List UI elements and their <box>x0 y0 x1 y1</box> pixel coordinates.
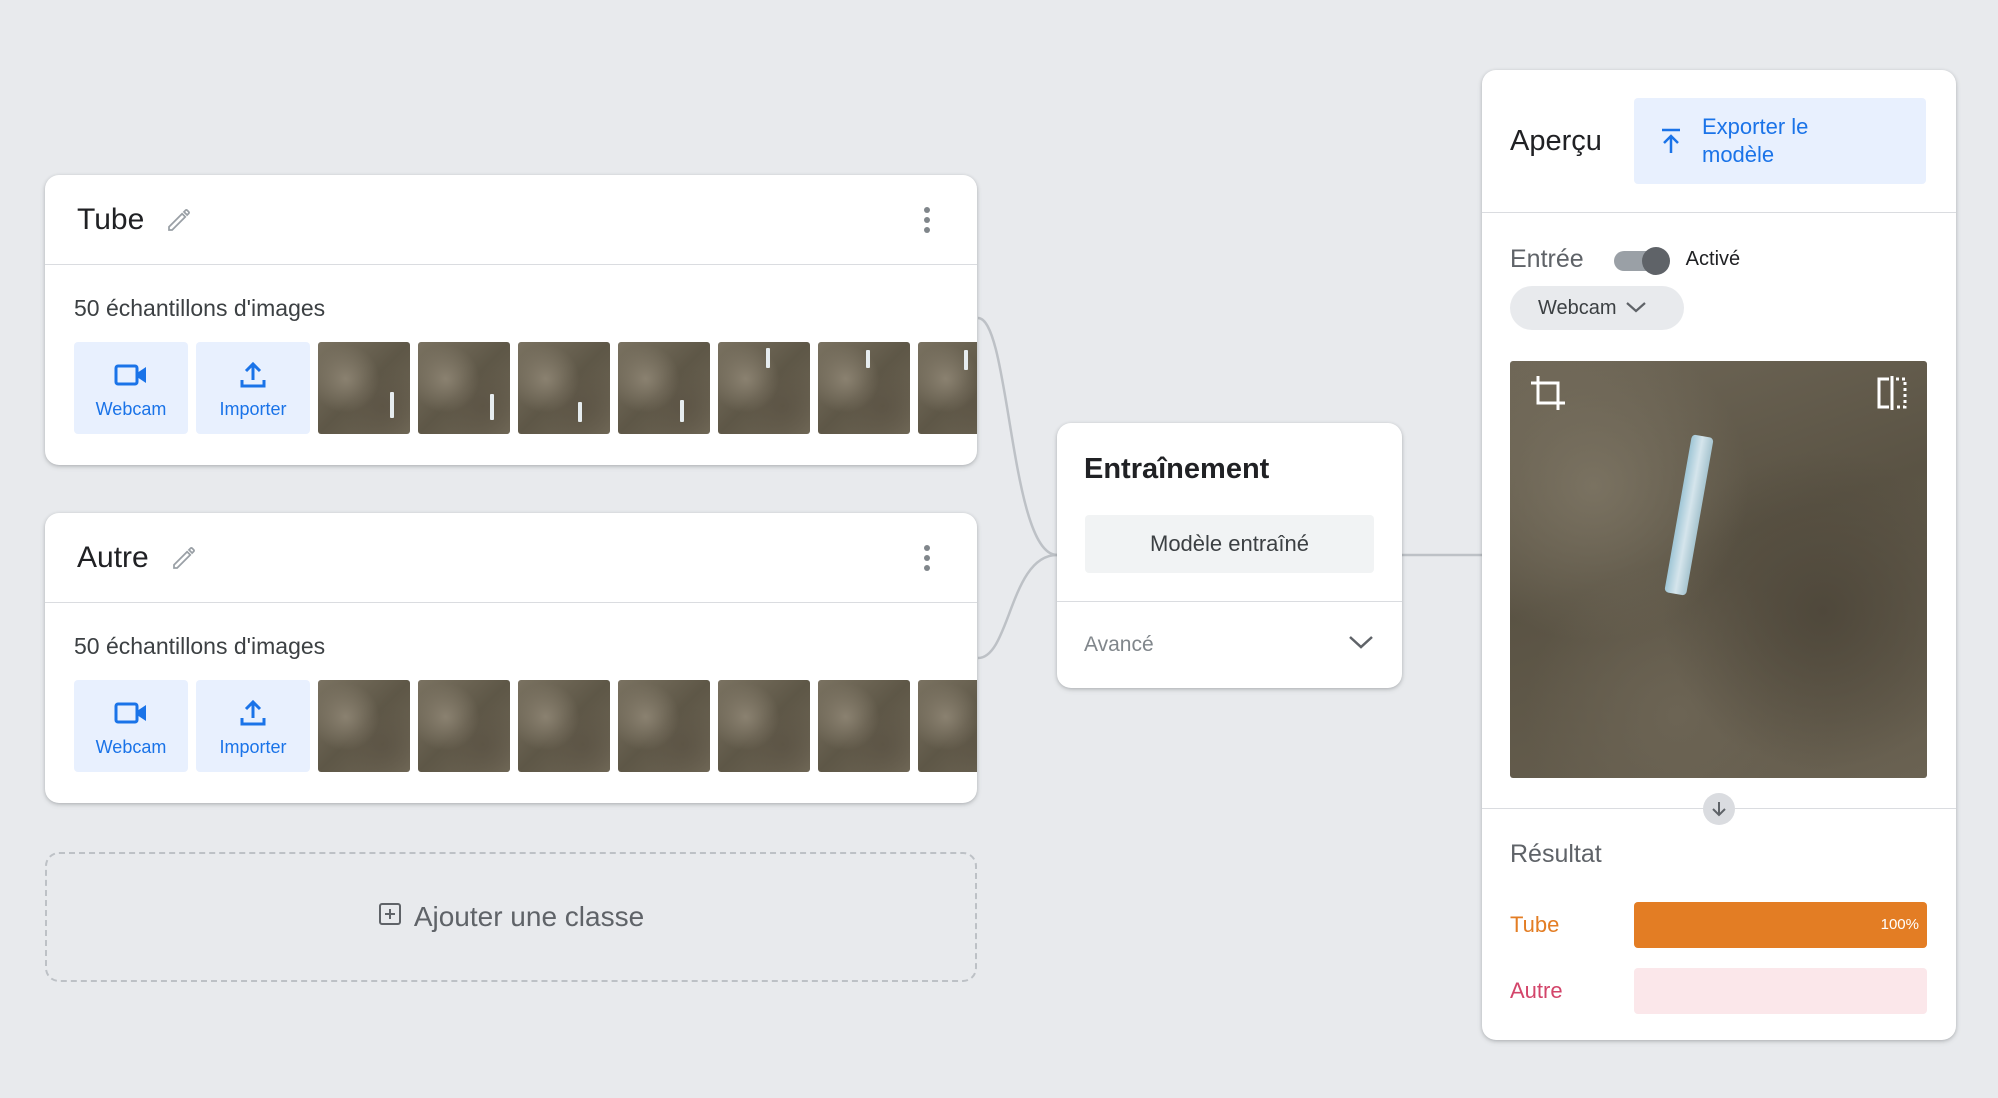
sample-thumbnail[interactable] <box>618 680 710 772</box>
class-header: Tube <box>45 175 977 265</box>
sample-count: 50 échantillons d'images <box>74 295 326 321</box>
advanced-label: Avancé <box>1084 633 1154 656</box>
input-row: Entrée Activé <box>1510 245 1741 275</box>
sample-thumbnail[interactable] <box>618 342 710 434</box>
training-title: Entraînement <box>1084 453 1270 485</box>
chevron-down-icon <box>1625 297 1647 320</box>
class-body: 50 échantillons d'images Webcam Importer <box>45 603 977 772</box>
samples-row: Webcam Importer <box>74 342 977 434</box>
arrow-down-icon <box>1703 793 1735 825</box>
webcam-label: Webcam <box>95 736 167 757</box>
export-label: Exporter le modèle <box>1702 113 1808 169</box>
connector-autre-to-training <box>977 553 1058 660</box>
more-options-icon[interactable] <box>915 543 939 573</box>
upload-icon <box>238 357 268 393</box>
result-percent: 100% <box>1880 916 1919 933</box>
train-model-button[interactable]: Modèle entraîné <box>1085 515 1374 573</box>
result-bar: 100% <box>1634 902 1927 948</box>
class-card-tube: Tube 50 échantillons d'images Webcam Imp… <box>45 175 977 465</box>
sample-thumbnail[interactable] <box>818 342 910 434</box>
sample-thumbnail[interactable] <box>718 342 810 434</box>
advanced-toggle[interactable]: Avancé <box>1057 601 1402 688</box>
sample-thumbnail[interactable] <box>718 680 810 772</box>
more-options-icon[interactable] <box>915 205 939 235</box>
class-card-autre: Autre 50 échantillons d'images Webcam Im… <box>45 513 977 803</box>
import-button[interactable]: Importer <box>196 342 310 434</box>
chevron-down-icon <box>1347 633 1375 657</box>
class-name[interactable]: Tube <box>77 203 144 237</box>
video-camera-icon <box>114 357 148 393</box>
export-label-line1: Exporter le <box>1702 114 1809 139</box>
sample-thumbnail[interactable] <box>418 680 510 772</box>
sample-thumbnail[interactable] <box>318 680 410 772</box>
export-label-line2: modèle <box>1702 142 1775 167</box>
preview-title: Aperçu <box>1510 124 1602 157</box>
video-camera-icon <box>114 695 148 731</box>
class-header: Autre <box>45 513 977 603</box>
export-model-button[interactable]: Exporter le modèle <box>1634 98 1926 184</box>
source-value: Webcam <box>1538 296 1617 319</box>
connector-tube-to-training <box>977 316 1058 557</box>
source-dropdown[interactable]: Webcam <box>1510 286 1684 330</box>
result-bar <box>1634 968 1927 1014</box>
samples-row: Webcam Importer <box>74 680 977 772</box>
result-row-tube: Tube 100% <box>1510 902 1927 948</box>
result-label: Autre <box>1510 978 1563 1003</box>
edit-pencil-icon[interactable] <box>167 541 201 575</box>
flip-icon[interactable] <box>1875 375 1909 416</box>
crop-icon[interactable] <box>1528 373 1568 418</box>
sample-thumbnail[interactable] <box>918 342 977 434</box>
import-button[interactable]: Importer <box>196 680 310 772</box>
training-card: Entraînement Modèle entraîné Avancé <box>1057 423 1402 688</box>
sample-thumbnail[interactable] <box>818 680 910 772</box>
webcam-button[interactable]: Webcam <box>74 680 188 772</box>
input-label: Entrée <box>1510 245 1584 273</box>
result-title: Résultat <box>1510 840 1602 868</box>
preview-header: Aperçu Exporter le modèle <box>1482 70 1956 213</box>
import-label: Importer <box>219 736 287 757</box>
result-label: Tube <box>1510 912 1560 937</box>
class-body: 50 échantillons d'images Webcam Importer <box>45 265 977 434</box>
sample-thumbnail[interactable] <box>318 342 410 434</box>
sample-thumbnail[interactable] <box>518 342 610 434</box>
sample-thumbnail[interactable] <box>518 680 610 772</box>
preview-card: Aperçu Exporter le modèle Entrée Activé … <box>1482 70 1956 1040</box>
toggle-state-label: Activé <box>1685 248 1741 270</box>
result-row-autre: Autre <box>1510 968 1927 1014</box>
upload-icon <box>238 695 268 731</box>
webcam-button[interactable]: Webcam <box>74 342 188 434</box>
webcam-label: Webcam <box>95 398 167 419</box>
import-label: Importer <box>219 398 287 419</box>
class-name[interactable]: Autre <box>77 541 149 575</box>
input-toggle[interactable] <box>1613 246 1670 275</box>
tube-object <box>1664 434 1714 596</box>
plus-box-icon <box>378 901 402 933</box>
sample-thumbnail[interactable] <box>418 342 510 434</box>
sample-thumbnail[interactable] <box>918 680 977 772</box>
export-upload-icon <box>1658 127 1684 155</box>
add-class-button[interactable]: Ajouter une classe <box>45 852 977 982</box>
sample-count: 50 échantillons d'images <box>74 633 326 659</box>
add-class-label: Ajouter une classe <box>413 901 645 932</box>
edit-pencil-icon[interactable] <box>162 203 196 237</box>
webcam-preview <box>1510 361 1927 778</box>
